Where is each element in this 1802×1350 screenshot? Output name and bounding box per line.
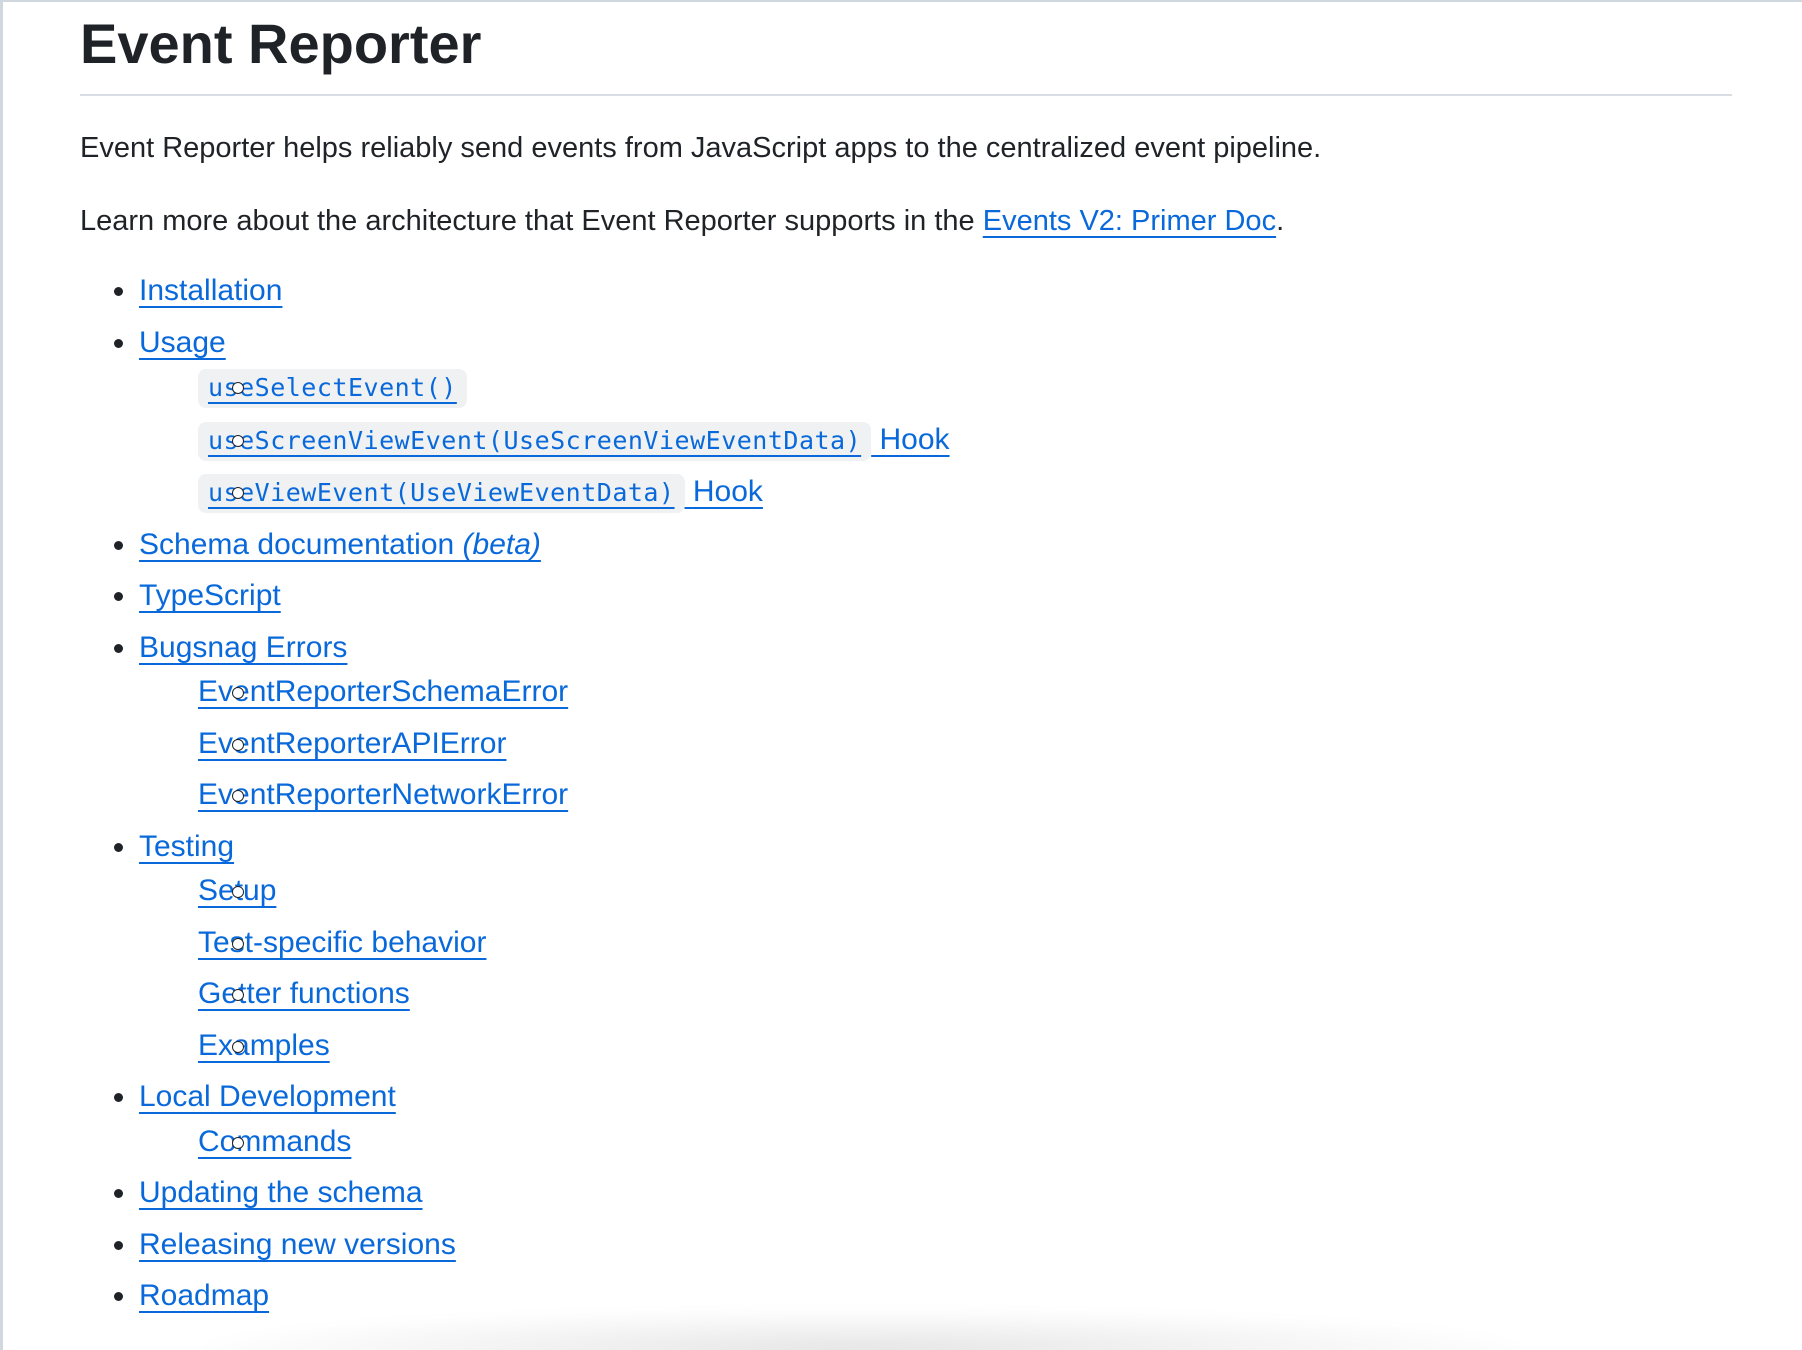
architecture-period: .	[1276, 204, 1285, 237]
intro-paragraph: Event Reporter helps reliably send event…	[80, 132, 1322, 164]
toc-item-bugsnag-errors: Bugsnag Errors EventReporterSchemaError …	[80, 622, 1732, 821]
toc-item-local-development: Local Development Commands	[80, 1071, 1732, 1167]
test-specific-behavior-link[interactable]: Test-specific behavior	[198, 926, 486, 959]
local-development-link[interactable]: Local Development	[139, 1080, 396, 1113]
toc-subitem-api-error: EventReporterAPIError	[139, 718, 1732, 770]
use-screen-view-event-code: useScreenViewEvent(UseScreenViewEventDat…	[198, 421, 872, 461]
screen-view-hook-label: Hook	[879, 422, 950, 456]
toc-subitem-test-specific-behavior: Test-specific behavior	[139, 917, 1732, 969]
toc-item-releasing: Releasing new versions	[80, 1219, 1732, 1271]
toc-subitem-view-event: useViewEvent(UseViewEventData) Hook	[139, 466, 1732, 519]
toc-subitem-getter-functions: Getter functions	[139, 968, 1732, 1020]
primer-doc-link[interactable]: Events V2: Primer Doc	[983, 205, 1276, 237]
usage-sublist: useSelectEvent() useScreenViewEvent(UseS…	[139, 361, 1732, 519]
use-select-event-code: useSelectEvent()	[198, 369, 467, 409]
local-development-sublist: Commands	[139, 1116, 1732, 1168]
toc-item-schema-documentation: Schema documentation (beta)	[80, 519, 1732, 571]
table-of-contents: Installation Usage useSelectEvent() useS…	[80, 265, 1732, 1322]
toc-subitem-schema-error: EventReporterSchemaError	[139, 666, 1732, 718]
roadmap-link[interactable]: Roadmap	[139, 1279, 269, 1312]
use-select-event-link[interactable]: useSelectEvent()	[198, 369, 467, 409]
bugsnag-errors-link[interactable]: Bugsnag Errors	[139, 631, 347, 664]
schema-documentation-link[interactable]: Schema documentation (beta)	[139, 528, 541, 561]
readme-page: Event Reporter Event Reporter helps reli…	[0, 0, 1802, 1350]
toc-item-testing: Testing Setup Test-specific behavior Get…	[80, 821, 1732, 1072]
schema-error-link[interactable]: EventReporterSchemaError	[198, 675, 568, 708]
toc-subitem-examples: Examples	[139, 1020, 1732, 1072]
examples-link[interactable]: Examples	[198, 1029, 330, 1062]
bugsnag-sublist: EventReporterSchemaError EventReporterAP…	[139, 666, 1732, 821]
commands-link[interactable]: Commands	[198, 1125, 351, 1158]
architecture-paragraph: Learn more about the architecture that E…	[80, 203, 1732, 241]
toc-subitem-screen-view-event: useScreenViewEvent(UseScreenViewEventDat…	[139, 414, 1732, 467]
testing-sublist: Setup Test-specific behavior Getter func…	[139, 865, 1732, 1071]
updating-schema-link[interactable]: Updating the schema	[139, 1176, 423, 1209]
getter-functions-link[interactable]: Getter functions	[198, 977, 410, 1010]
toc-item-usage: Usage useSelectEvent() useScreenViewEven…	[80, 317, 1732, 519]
api-error-link[interactable]: EventReporterAPIError	[198, 727, 506, 760]
toc-item-typescript: TypeScript	[80, 570, 1732, 622]
toc-subitem-select-event: useSelectEvent()	[139, 361, 1732, 414]
network-error-link[interactable]: EventReporterNetworkError	[198, 778, 568, 811]
typescript-link[interactable]: TypeScript	[139, 579, 281, 612]
toc-subitem-commands: Commands	[139, 1116, 1732, 1168]
testing-link[interactable]: Testing	[139, 830, 234, 863]
use-screen-view-event-link[interactable]: useScreenViewEvent(UseScreenViewEventDat…	[198, 421, 950, 461]
toc-item-updating-schema: Updating the schema	[80, 1167, 1732, 1219]
installation-link[interactable]: Installation	[139, 274, 282, 307]
schema-documentation-label: Schema documentation	[139, 527, 463, 561]
view-event-hook-label: Hook	[692, 475, 763, 509]
page-title: Event Reporter	[80, 2, 1732, 96]
readme-content: Event Reporter Event Reporter helps reli…	[80, 2, 1732, 1322]
architecture-text: Learn more about the architecture that E…	[80, 204, 983, 237]
use-view-event-link[interactable]: useViewEvent(UseViewEventData) Hook	[198, 474, 763, 514]
usage-link[interactable]: Usage	[139, 326, 226, 359]
schema-documentation-beta: (beta)	[462, 527, 541, 561]
use-view-event-code: useViewEvent(UseViewEventData)	[198, 474, 685, 514]
toc-subitem-network-error: EventReporterNetworkError	[139, 769, 1732, 821]
toc-subitem-setup: Setup	[139, 865, 1732, 917]
setup-link[interactable]: Setup	[198, 874, 276, 907]
releasing-link[interactable]: Releasing new versions	[139, 1228, 456, 1261]
toc-item-installation: Installation	[80, 265, 1732, 317]
